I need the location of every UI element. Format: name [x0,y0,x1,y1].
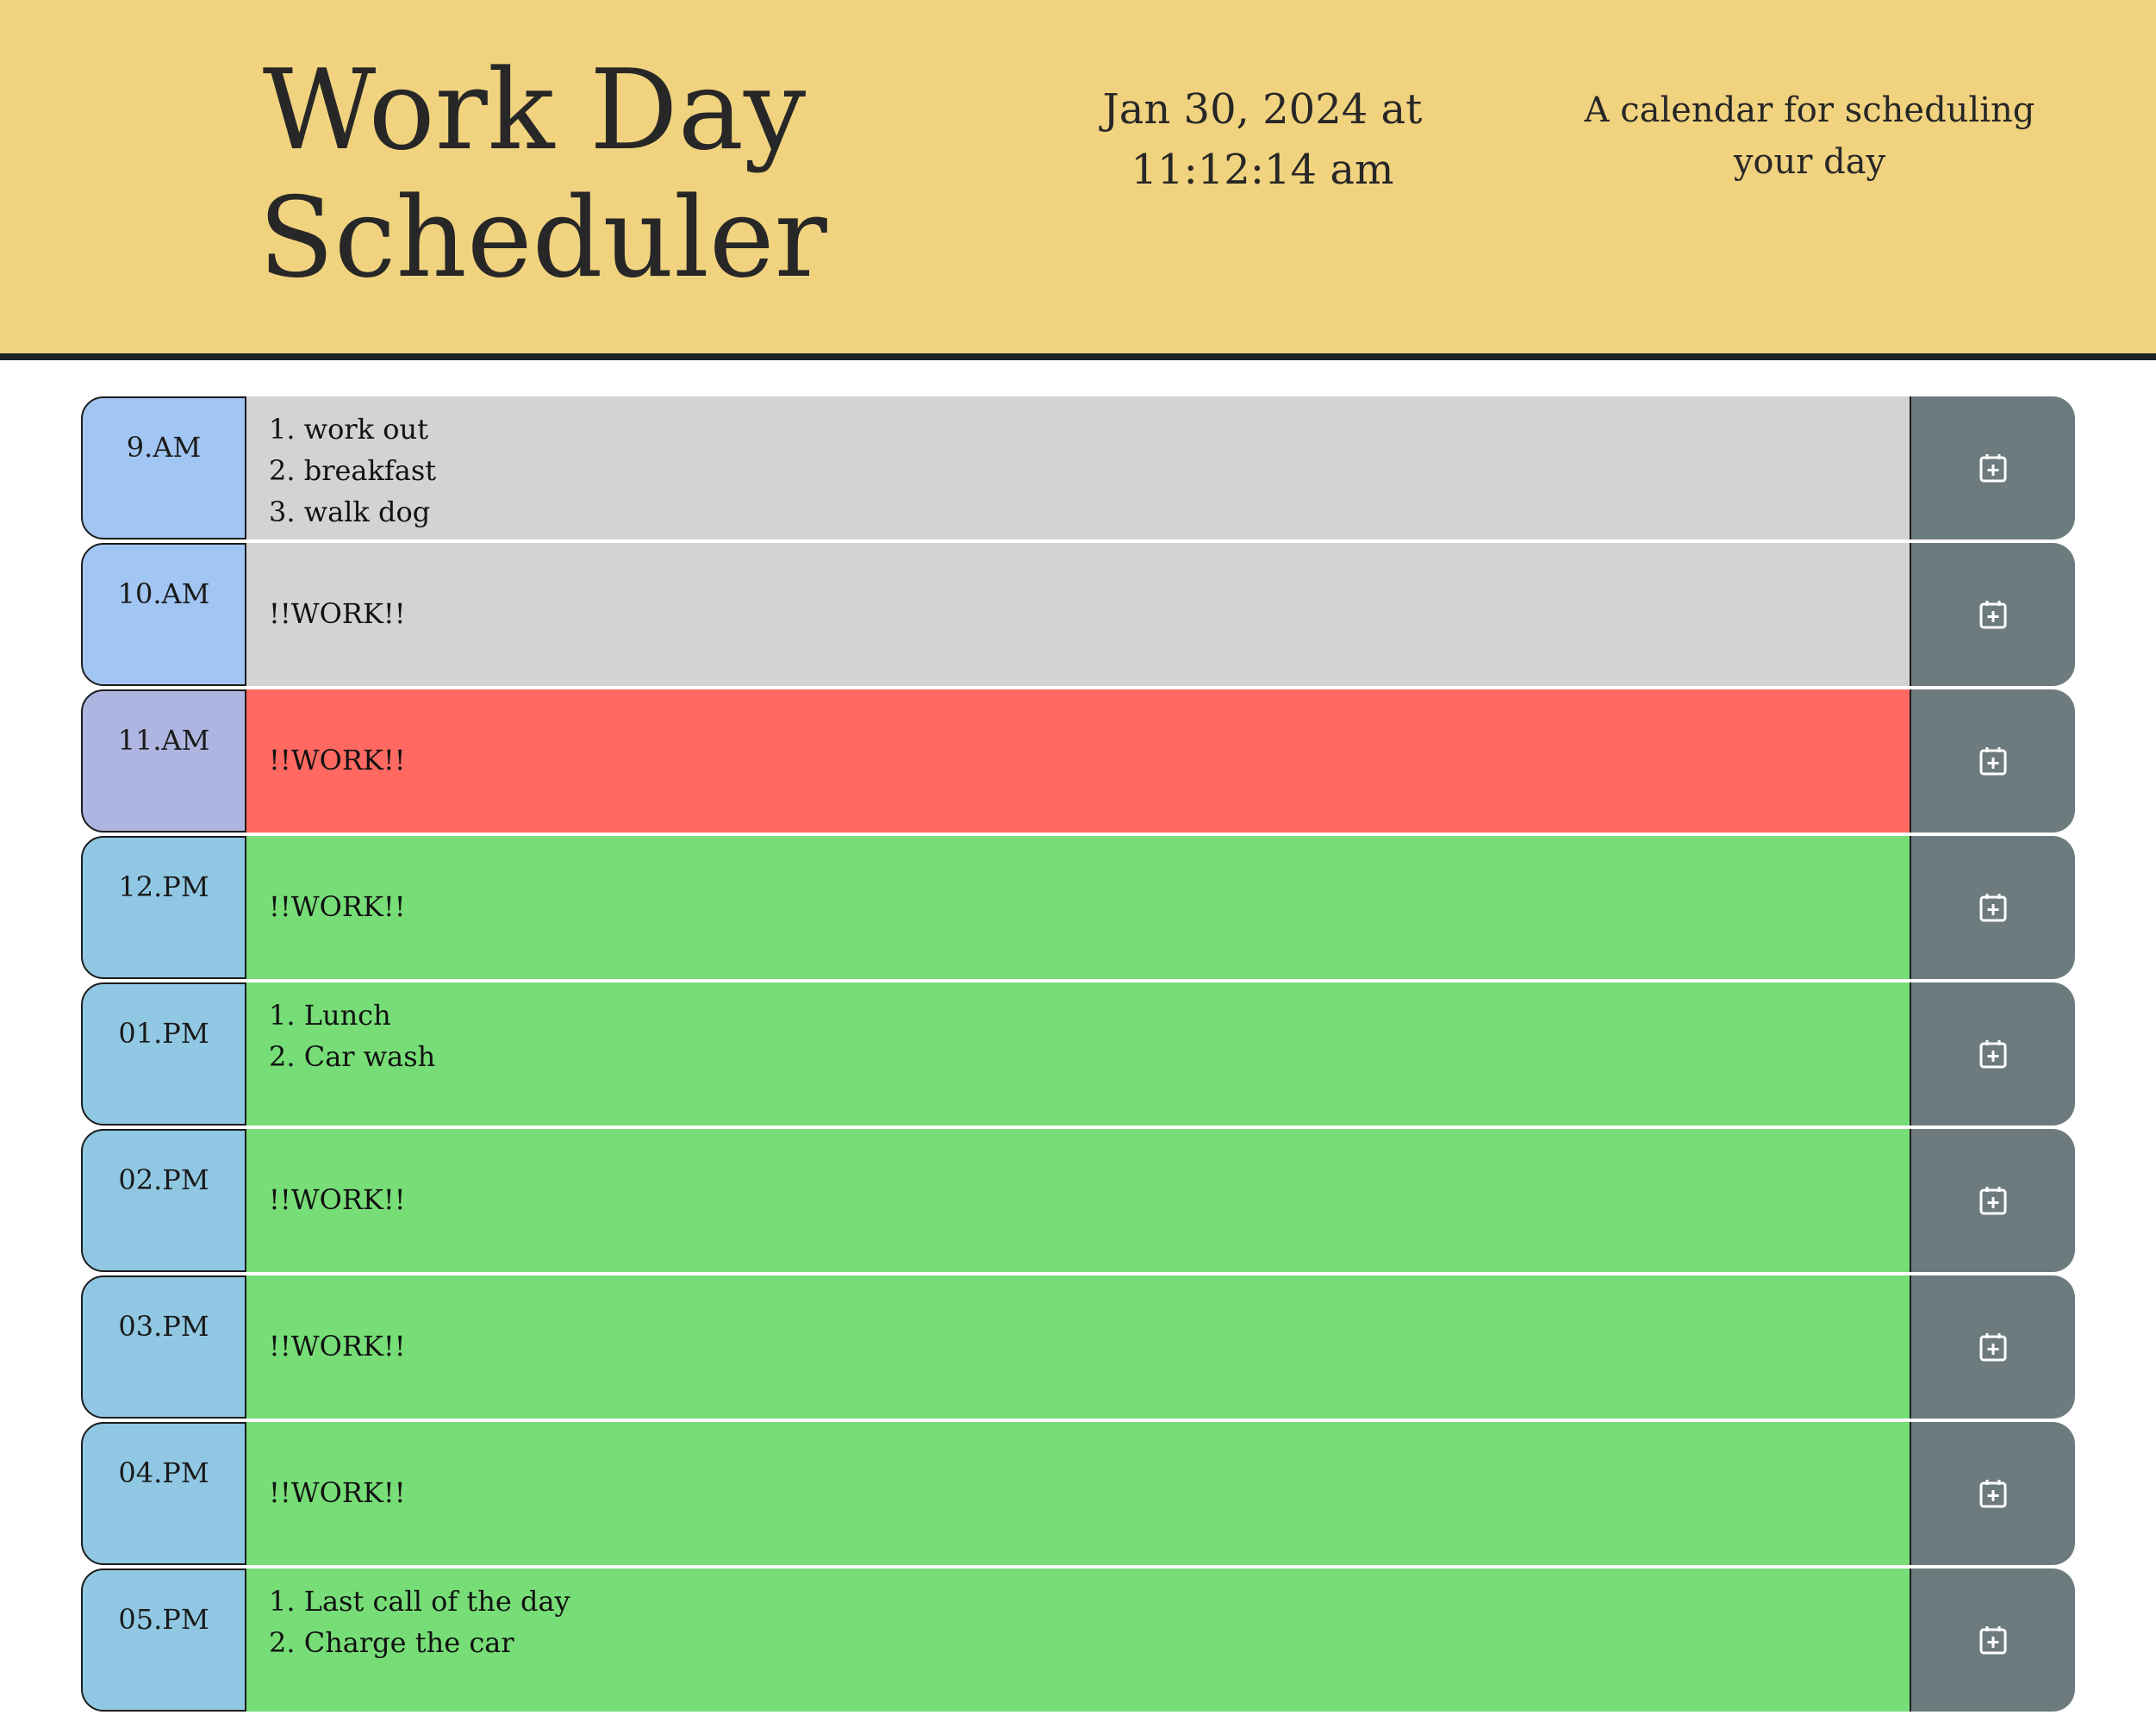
hour-label: 11.AM [81,689,246,833]
hour-label: 9.AM [81,396,246,539]
time-block-row: 03.PM !!WORK!! [81,1275,2075,1422]
save-button[interactable] [1910,396,2075,539]
time-block-row: 12.PM !!WORK!! [81,836,2075,982]
hour-label: 02.PM [81,1129,246,1272]
hour-label: 01.PM [81,982,246,1126]
time-block-row: 11.AM !!WORK!! [81,689,2075,836]
calendar-plus-icon [1979,601,2007,629]
calendar-plus-icon [1979,747,2007,776]
page-subtitle: A calendar for scheduling your day [1584,90,2035,182]
save-button[interactable] [1910,689,2075,833]
schedule-container: 9.AM 1. work out 2. breakfast 3. walk do… [81,396,2075,1715]
time-block-row: 05.PM 1. Last call of the day 2. Charge … [81,1568,2075,1715]
time-block-row: 02.PM !!WORK!! [81,1129,2075,1275]
time-block-row: 9.AM 1. work out 2. breakfast 3. walk do… [81,396,2075,543]
hour-label: 03.PM [81,1275,246,1419]
event-description-textarea[interactable]: !!WORK!! [246,689,1910,834]
save-button[interactable] [1910,1422,2075,1565]
event-description-textarea[interactable]: 1. work out 2. breakfast 3. walk dog [246,396,1910,541]
calendar-plus-icon [1979,454,2007,483]
calendar-plus-icon [1979,1040,2007,1069]
save-button[interactable] [1910,1568,2075,1712]
current-datetime: Jan 30, 2024 at 11:12:14 am [1102,85,1423,194]
hour-label: 04.PM [81,1422,246,1565]
hour-label: 12.PM [81,836,246,979]
save-button[interactable] [1910,1275,2075,1419]
event-description-textarea[interactable]: !!WORK!! [246,1129,1910,1274]
save-button[interactable] [1910,543,2075,686]
header: Work Day Scheduler Jan 30, 2024 at 11:12… [0,0,2156,360]
time-block-row: 04.PM !!WORK!! [81,1422,2075,1568]
event-description-textarea[interactable]: 1. Last call of the day 2. Charge the ca… [246,1568,1910,1713]
calendar-plus-icon [1979,1480,2007,1508]
calendar-plus-icon [1979,894,2007,922]
hour-label: 10.AM [81,543,246,686]
calendar-plus-icon [1979,1333,2007,1362]
event-description-textarea[interactable]: !!WORK!! [246,1275,1910,1420]
calendar-plus-icon [1979,1187,2007,1215]
hour-label: 05.PM [81,1568,246,1712]
event-description-textarea[interactable]: !!WORK!! [246,543,1910,688]
time-block-row: 01.PM 1. Lunch 2. Car wash [81,982,2075,1129]
event-description-textarea[interactable]: !!WORK!! [246,1422,1910,1567]
save-button[interactable] [1910,1129,2075,1272]
time-block-row: 10.AM !!WORK!! [81,543,2075,689]
event-description-textarea[interactable]: 1. Lunch 2. Car wash [246,982,1910,1127]
calendar-plus-icon [1979,1626,2007,1655]
save-button[interactable] [1910,982,2075,1126]
event-description-textarea[interactable]: !!WORK!! [246,836,1910,981]
page-title: Work Day Scheduler [259,47,827,302]
save-button[interactable] [1910,836,2075,979]
